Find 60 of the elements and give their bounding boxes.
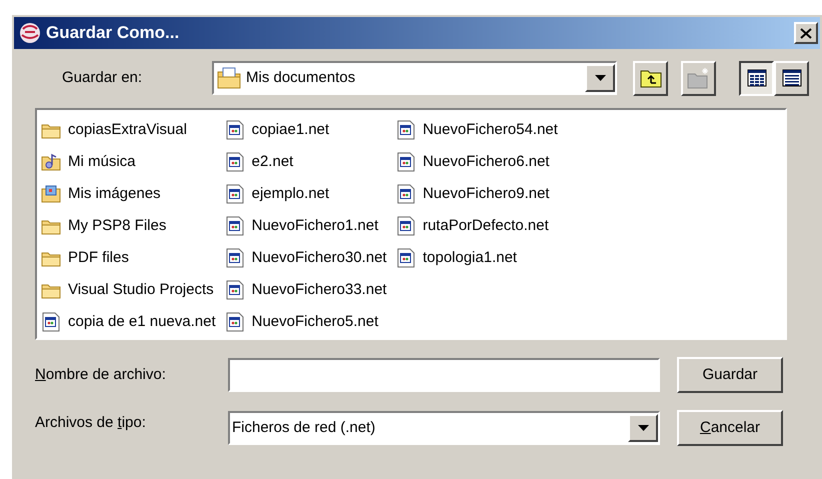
network-file-icon (396, 152, 415, 172)
music-folder-icon (41, 153, 61, 171)
network-file-icon (226, 152, 244, 172)
network-file-icon (226, 248, 244, 268)
close-button[interactable] (794, 22, 818, 44)
file-item[interactable]: NuevoFichero30.net (224, 242, 391, 274)
details-view-icon (782, 69, 802, 87)
file-item[interactable]: Mis imágenes (40, 178, 220, 210)
dropdown-button[interactable] (628, 414, 658, 442)
cancel-button[interactable]: Cancelar (677, 410, 783, 446)
new-folder-icon (686, 67, 710, 89)
app-logo-icon (18, 21, 42, 45)
network-file-icon (226, 184, 244, 204)
file-type-value: Ficheros de red (.net) (232, 418, 376, 438)
file-item[interactable]: copiae1.net (224, 114, 391, 146)
file-item[interactable]: NuevoFichero1.net (224, 210, 391, 242)
pictures-folder-icon (41, 185, 61, 203)
window-title: Guardar Como... (46, 22, 180, 44)
network-file-icon (226, 280, 244, 300)
network-file-icon (226, 312, 244, 332)
file-item[interactable]: My PSP8 Files (40, 210, 220, 242)
file-item[interactable]: ejemplo.net (224, 178, 391, 210)
file-item[interactable]: Mi música (40, 146, 220, 178)
file-item[interactable]: rutaPorDefecto.net (394, 210, 562, 242)
documents-folder-icon (216, 66, 242, 90)
caret-icon (638, 425, 648, 431)
look-in-dropdown[interactable]: Mis documentos (212, 61, 617, 95)
details-view-button[interactable] (774, 60, 809, 96)
file-item[interactable]: PDF files (40, 242, 220, 274)
network-file-icon (226, 216, 244, 236)
file-item[interactable]: NuevoFichero5.net (224, 306, 391, 338)
list-view-button[interactable] (739, 60, 774, 96)
network-file-icon (42, 312, 60, 332)
network-file-icon (396, 248, 415, 268)
up-folder-icon (640, 68, 662, 88)
file-type-dropdown[interactable]: Ficheros de red (.net) (228, 411, 660, 445)
file-item[interactable]: NuevoFichero33.net (224, 274, 391, 306)
file-item[interactable]: topologia1.net (394, 242, 562, 274)
look-in-label: Guardar en: (62, 68, 144, 88)
close-icon (800, 28, 812, 38)
file-item[interactable]: NuevoFichero9.net (394, 178, 562, 210)
network-file-icon (396, 184, 415, 204)
look-in-value: Mis documentos (246, 68, 356, 88)
network-file-icon (396, 120, 415, 140)
caret-icon (594, 75, 606, 81)
network-file-icon (396, 216, 415, 236)
dropdown-button[interactable] (585, 64, 615, 92)
file-item[interactable]: copiasExtraVisual (40, 114, 220, 146)
network-file-icon (226, 120, 244, 140)
file-item[interactable]: copia de e1 nueva.net (40, 306, 220, 338)
file-name-label: Nombre de archivo: (35, 364, 167, 385)
file-item[interactable]: NuevoFichero54.net (394, 114, 562, 146)
list-view-icon (746, 69, 766, 87)
up-folder-button[interactable] (633, 60, 668, 96)
file-item[interactable]: NuevoFichero6.net (394, 146, 562, 178)
file-item[interactable]: Visual Studio Projects (40, 274, 220, 306)
file-item[interactable]: e2.net (224, 146, 391, 178)
file-type-label: Archivos de tipo: (35, 412, 147, 433)
save-button[interactable]: Guardar (677, 357, 783, 393)
file-name-field[interactable] (228, 358, 660, 392)
